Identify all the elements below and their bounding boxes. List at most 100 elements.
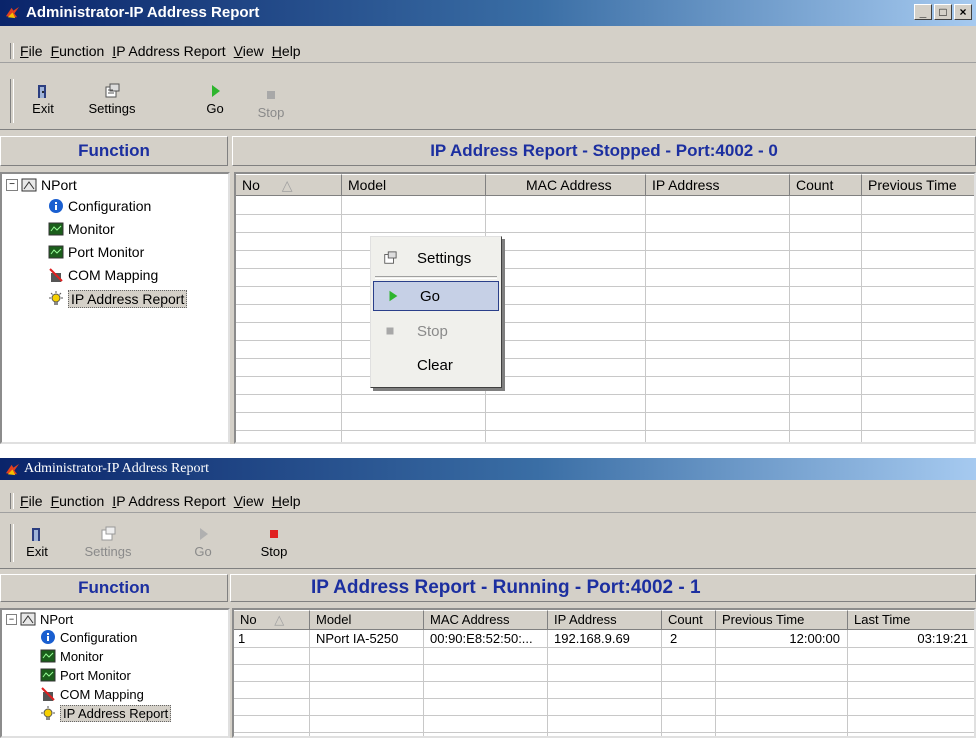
exit-icon <box>32 528 40 541</box>
tree-item-com-mapping[interactable]: COM Mapping <box>40 686 144 702</box>
column-header-previous-time[interactable]: Previous Time <box>862 174 974 196</box>
column-header-mac-address[interactable]: MAC Address <box>486 174 646 196</box>
column-header-no[interactable]: No △ <box>234 610 310 630</box>
report-table: No △ Model MAC Address IP Address Count … <box>234 172 976 444</box>
title-bar[interactable]: Administrator-IP Address Report <box>0 458 976 480</box>
close-button[interactable]: × <box>954 4 972 20</box>
lightbulb-icon <box>49 291 63 305</box>
app-icon <box>5 6 20 19</box>
monitor-icon <box>40 649 56 663</box>
app-icon <box>5 463 20 476</box>
toolbar-grip <box>10 524 14 562</box>
column-header-previous-time[interactable]: Previous Time <box>716 610 848 630</box>
minimize-button[interactable]: _ <box>914 4 932 20</box>
function-panel-header: Function <box>0 136 228 166</box>
tree-item-port-monitor[interactable]: Port Monitor <box>48 244 144 260</box>
column-header-no[interactable]: No △ <box>236 174 342 196</box>
sort-ascending-icon: △ <box>281 177 293 193</box>
info-icon <box>41 630 55 644</box>
tree-item-configuration[interactable]: Configuration <box>48 198 151 214</box>
lightbulb-icon <box>41 705 55 720</box>
nport-icon <box>20 612 36 626</box>
menu-bar: File Function IP Address Report View Hel… <box>0 40 976 63</box>
tree-item-monitor[interactable]: Monitor <box>40 648 103 664</box>
cell-mac-address: 00:90:E8:52:50:... <box>430 631 533 646</box>
port-monitor-icon <box>48 245 64 259</box>
window-title: Administrator-IP Address Report <box>24 461 210 476</box>
tree-item-ip-address-report[interactable]: IP Address Report <box>40 705 172 722</box>
exit-button[interactable]: Exit <box>20 526 54 559</box>
column-header-ip-address[interactable]: IP Address <box>646 174 790 196</box>
go-button[interactable]: Go <box>188 526 218 559</box>
tree-item-ip-address-report[interactable]: IP Address Report <box>48 290 188 308</box>
menu-help[interactable]: Help <box>272 43 301 59</box>
exit-button[interactable]: Exit <box>20 83 66 116</box>
column-header-model[interactable]: Model <box>342 174 486 196</box>
menu-bar: File Function IP Address Report View Hel… <box>0 490 976 513</box>
context-menu-clear[interactable]: Clear <box>371 350 501 380</box>
cell-count: 2 <box>670 631 678 646</box>
cell-no: 1 <box>238 631 246 646</box>
function-tree: − NPort Configuration Monitor Port Monit… <box>0 172 230 444</box>
report-window-stopped: Administrator-IP Address Report _ □ × Fi… <box>0 0 976 444</box>
column-header-model[interactable]: Model <box>310 610 424 630</box>
menu-file[interactable]: File <box>20 493 43 509</box>
com-mapping-icon <box>49 268 63 282</box>
tree-root-nport[interactable]: − NPort <box>6 177 77 193</box>
menu-view[interactable]: View <box>234 493 264 509</box>
tree-item-monitor[interactable]: Monitor <box>48 221 115 237</box>
maximize-button[interactable]: □ <box>934 4 952 20</box>
function-tree: − NPort Configuration Monitor Port Monit… <box>0 608 230 738</box>
settings-button[interactable]: Settings <box>76 526 140 559</box>
toolbar: Exit Settings Go Stop <box>0 73 976 130</box>
context-menu-go[interactable]: Go <box>373 281 499 311</box>
context-menu-stop[interactable]: Stop <box>371 316 501 346</box>
stop-icon <box>270 530 278 538</box>
column-header-count[interactable]: Count <box>662 610 716 630</box>
menu-file[interactable]: File <box>20 43 43 59</box>
report-header: IP Address Report - Stopped - Port:4002 … <box>232 136 976 166</box>
stop-button[interactable]: Stop <box>250 87 292 120</box>
menu-ip-address-report[interactable]: IP Address Report <box>112 43 225 59</box>
settings-button[interactable]: Settings <box>80 83 144 116</box>
info-icon <box>49 199 63 213</box>
com-mapping-icon <box>41 687 55 701</box>
collapse-icon[interactable]: − <box>6 179 18 191</box>
nport-icon <box>21 178 37 192</box>
stop-icon <box>386 327 394 335</box>
menu-view[interactable]: View <box>234 43 264 59</box>
context-menu: Settings Go Stop Clear <box>370 236 502 388</box>
context-menu-settings[interactable]: Settings <box>371 243 501 273</box>
settings-icon <box>101 526 116 541</box>
window-title: Administrator-IP Address Report <box>26 4 260 21</box>
title-bar[interactable]: Administrator-IP Address Report _ □ × <box>0 0 976 26</box>
play-icon <box>212 85 220 97</box>
sort-ascending-icon: △ <box>274 612 285 627</box>
function-panel-header: Function <box>0 574 228 602</box>
column-header-count[interactable]: Count <box>790 174 862 196</box>
stop-icon <box>267 91 275 99</box>
settings-icon <box>384 251 397 264</box>
tree-item-configuration[interactable]: Configuration <box>40 629 137 645</box>
menu-function[interactable]: Function <box>51 43 105 59</box>
report-table: No △ Model MAC Address IP Address Count … <box>232 608 976 738</box>
menu-ip-address-report[interactable]: IP Address Report <box>112 493 225 509</box>
column-header-ip-address[interactable]: IP Address <box>548 610 662 630</box>
stop-button[interactable]: Stop <box>256 526 292 559</box>
tree-item-port-monitor[interactable]: Port Monitor <box>40 667 131 683</box>
column-header-last-time[interactable]: Last Time <box>848 610 974 630</box>
go-button[interactable]: Go <box>197 83 233 116</box>
menu-function[interactable]: Function <box>51 493 105 509</box>
context-menu-separator <box>375 276 497 279</box>
column-header-mac-address[interactable]: MAC Address <box>424 610 548 630</box>
tree-root-nport[interactable]: − NPort <box>6 611 73 627</box>
settings-icon <box>105 83 120 98</box>
tree-item-com-mapping[interactable]: COM Mapping <box>48 267 158 283</box>
toolbar-grip <box>10 79 14 123</box>
report-header: IP Address Report - Running - Port:4002 … <box>230 574 976 602</box>
exit-icon <box>38 85 46 98</box>
cell-previous-time: 12:00:00 <box>789 631 840 646</box>
play-icon <box>389 290 398 302</box>
collapse-icon[interactable]: − <box>6 613 17 625</box>
menu-help[interactable]: Help <box>272 493 301 509</box>
